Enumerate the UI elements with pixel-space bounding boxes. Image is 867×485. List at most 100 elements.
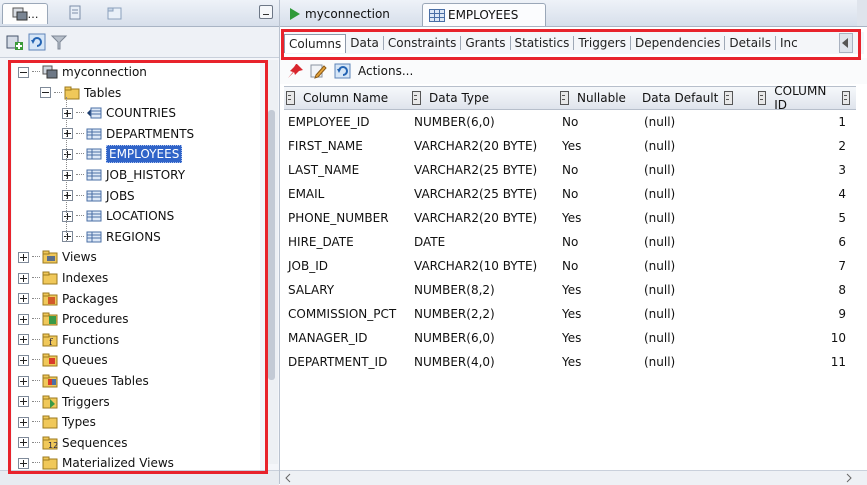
new-connection-icon[interactable]	[6, 33, 24, 51]
table-cell: 10	[830, 331, 846, 345]
column-sort-icon[interactable]	[758, 91, 767, 105]
table-cell: (null)	[644, 139, 676, 153]
table-cell: Yes	[562, 211, 582, 225]
table-cell: 5	[838, 211, 846, 225]
table-cell: No	[562, 259, 579, 273]
table-row[interactable]: MANAGER_ID NUMBER(6,0) Yes (null) 10	[284, 326, 856, 350]
tab-employees-label: EMPLOYEES	[448, 8, 519, 22]
column-header[interactable]: Column Name	[286, 87, 406, 109]
table-cell: 11	[830, 355, 846, 369]
table-cell: 2	[838, 139, 846, 153]
column-header-label: COLUMN ID	[774, 84, 827, 112]
table-row[interactable]: PHONE_NUMBER VARCHAR2(20 BYTE) Yes (null) 5	[284, 206, 856, 230]
table-cell: (null)	[644, 355, 676, 369]
table-row[interactable]: DEPARTMENT_ID NUMBER(4,0) Yes (null) 11	[284, 350, 856, 374]
table-cell: 9	[838, 307, 846, 321]
table-cell: (null)	[644, 307, 676, 321]
column-sort-icon[interactable]	[841, 91, 850, 105]
table-cell: (null)	[644, 235, 676, 249]
edit-icon[interactable]	[310, 63, 328, 79]
actions-menu[interactable]: Actions...	[358, 64, 413, 78]
columns-table-body: EMPLOYEE_ID NUMBER(6,0) No (null) 1 FIRST_NAM…	[284, 110, 856, 374]
scroll-right-icon[interactable]	[845, 473, 853, 483]
table-cell: EMAIL	[288, 187, 325, 201]
reports-icon	[69, 5, 81, 20]
table-row[interactable]: HIRE_DATE DATE No (null) 6	[284, 230, 856, 254]
table-row[interactable]: JOB_ID VARCHAR2(10 BYTE) No (null) 7	[284, 254, 856, 278]
table-cell: Yes	[562, 355, 582, 369]
table-row[interactable]: EMAIL VARCHAR2(25 BYTE) No (null) 4	[284, 182, 856, 206]
filter-icon[interactable]	[50, 33, 68, 51]
refresh-icon[interactable]	[28, 33, 46, 51]
subtabs-highlight-box	[281, 29, 861, 60]
table-cell: Yes	[562, 139, 582, 153]
table-horizontal-scrollbar[interactable]	[280, 470, 867, 485]
table-cell: Yes	[562, 283, 582, 297]
minimize-panel-button[interactable]	[259, 5, 273, 19]
left-panel-tabs: …	[0, 0, 279, 27]
column-header[interactable]: Nullable	[560, 87, 648, 109]
column-sort-icon[interactable]	[412, 91, 421, 105]
table-cell: COMMISSION_PCT	[288, 307, 397, 321]
pin-icon[interactable]	[286, 63, 304, 79]
table-cell: No	[562, 115, 579, 129]
column-header[interactable]: Data Type	[412, 87, 552, 109]
table-cell: Yes	[562, 331, 582, 345]
connections-toolbar	[0, 27, 279, 58]
table-cell: DEPARTMENT_ID	[288, 355, 388, 369]
table-cell: No	[562, 187, 579, 201]
table-cell: MANAGER_ID	[288, 331, 368, 345]
columns-toolbar: Actions...	[280, 58, 867, 84]
refresh-columns-icon[interactable]	[334, 63, 352, 79]
table-cell: VARCHAR2(20 BYTE)	[414, 139, 538, 153]
tab-employees[interactable]: EMPLOYEES	[422, 3, 546, 26]
table-cell: LAST_NAME	[288, 163, 360, 177]
sql-developer-window: … myconnection Tables COUNTRIES DEPARTMENTS…	[0, 0, 867, 485]
scroll-left-icon[interactable]	[284, 473, 292, 483]
table-cell: VARCHAR2(20 BYTE)	[414, 211, 538, 225]
table-cell: JOB_ID	[288, 259, 328, 273]
table-cell: VARCHAR2(10 BYTE)	[414, 259, 538, 273]
table-cell: (null)	[644, 163, 676, 177]
connections-tab-label: …	[27, 7, 39, 21]
column-sort-icon[interactable]	[560, 91, 569, 105]
table-cell: (null)	[644, 259, 676, 273]
table-cell: NUMBER(8,2)	[414, 283, 495, 297]
column-header-label: Data Default	[642, 91, 719, 105]
table-cell: NUMBER(6,0)	[414, 115, 495, 129]
tab-list-button[interactable]	[857, 0, 867, 26]
table-row[interactable]: FIRST_NAME VARCHAR2(20 BYTE) Yes (null) 2	[284, 134, 856, 158]
table-cell: DATE	[414, 235, 446, 249]
table-cell: (null)	[644, 115, 676, 129]
table-row[interactable]: LAST_NAME VARCHAR2(25 BYTE) No (null) 3	[284, 158, 856, 182]
files-tab[interactable]	[102, 3, 128, 23]
columns-table-header: Column Name Data Type Nullable Data Default…	[284, 84, 856, 112]
reports-tab[interactable]	[62, 3, 88, 23]
column-sort-icon[interactable]	[724, 91, 734, 105]
table-row[interactable]: COMMISSION_PCT NUMBER(2,2) Yes (null) 9	[284, 302, 856, 326]
table-cell: NUMBER(2,2)	[414, 307, 495, 321]
column-header-label: Data Type	[429, 91, 490, 105]
table-icon	[429, 8, 445, 22]
table-row[interactable]: SALARY NUMBER(8,2) Yes (null) 8	[284, 278, 856, 302]
column-sort-icon[interactable]	[286, 91, 295, 105]
column-header[interactable]: Data Default	[642, 87, 752, 109]
column-header-label: Nullable	[577, 91, 626, 105]
table-cell: (null)	[644, 187, 676, 201]
files-icon	[107, 7, 122, 20]
table-cell: 6	[838, 235, 846, 249]
table-cell: VARCHAR2(25 BYTE)	[414, 163, 538, 177]
table-cell: HIRE_DATE	[288, 235, 354, 249]
table-cell: 8	[838, 283, 846, 297]
connections-tab[interactable]: …	[2, 3, 48, 24]
tree-scroll-thumb[interactable]	[268, 110, 275, 380]
table-cell: SALARY	[288, 283, 335, 297]
column-header[interactable]: COLUMN ID	[758, 84, 850, 112]
tree-highlight-box	[8, 60, 268, 474]
tab-myconnection[interactable]: myconnection	[284, 3, 396, 25]
sql-worksheet-icon	[290, 8, 300, 20]
editor-panel: myconnection EMPLOYEES Columns Data Constr…	[280, 0, 867, 485]
table-cell: 3	[838, 163, 846, 177]
table-cell: EMPLOYEE_ID	[288, 115, 370, 129]
table-row[interactable]: EMPLOYEE_ID NUMBER(6,0) No (null) 1	[284, 110, 856, 134]
